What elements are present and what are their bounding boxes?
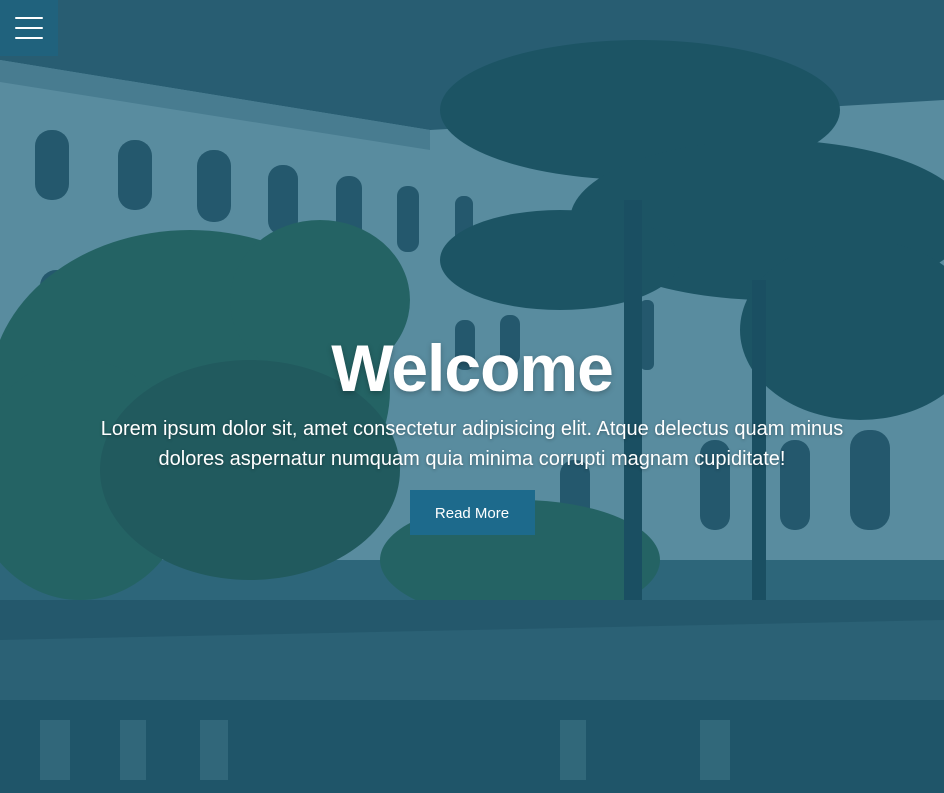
hero-content: Welcome Lorem ipsum dolor sit, amet cons…: [0, 330, 944, 535]
menu-button[interactable]: [0, 0, 58, 56]
hero-section: Welcome Lorem ipsum dolor sit, amet cons…: [0, 0, 944, 793]
hero-subtitle: Lorem ipsum dolor sit, amet consectetur …: [100, 418, 844, 470]
read-more-button[interactable]: Read More: [409, 490, 535, 535]
hero-title: Welcome: [331, 331, 614, 405]
hamburger-menu-icon: [15, 17, 43, 39]
